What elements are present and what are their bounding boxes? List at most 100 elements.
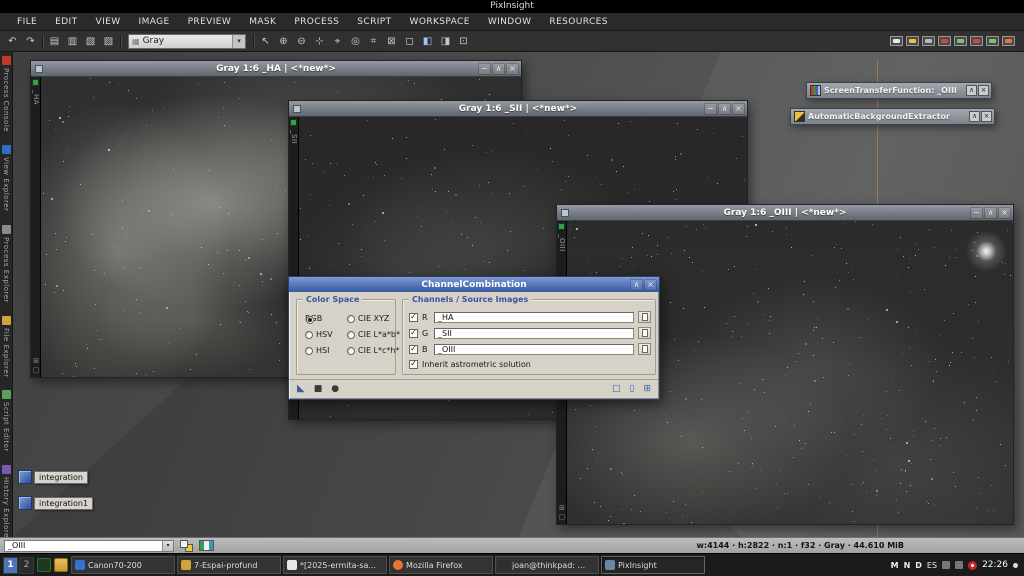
realtime-preview-icon[interactable]: ● bbox=[331, 385, 339, 394]
clock[interactable]: 22:26 bbox=[982, 560, 1008, 570]
workspace-monitor-icon[interactable] bbox=[890, 36, 903, 46]
open-image-icon[interactable]: ▥ bbox=[64, 33, 81, 49]
workspace-button[interactable]: 1 bbox=[3, 557, 18, 574]
shade-button[interactable]: ∧ bbox=[492, 63, 505, 75]
select-image-button[interactable] bbox=[638, 311, 651, 323]
color-space-radio[interactable]: HSV bbox=[305, 330, 347, 339]
window-titlebar[interactable]: Gray 1:6 _SII | <*new*> − ∧ × bbox=[289, 101, 747, 117]
readout-mode-icon[interactable]: ◎ bbox=[347, 33, 364, 49]
window-menu-icon[interactable] bbox=[293, 105, 301, 113]
new-instance-icon[interactable]: ◣ bbox=[297, 384, 305, 394]
menu-item[interactable]: MASK bbox=[240, 17, 285, 27]
zoom-out-mode-icon[interactable]: ⊖ bbox=[293, 33, 310, 49]
color-space-radio[interactable]: HSI bbox=[305, 346, 347, 355]
edit-instance-icon[interactable]: □ bbox=[612, 385, 621, 394]
channel-checkbox[interactable] bbox=[409, 329, 418, 338]
process-icon-integration1[interactable]: integration1 bbox=[18, 496, 93, 510]
terminal-launcher-icon[interactable] bbox=[37, 558, 51, 572]
new-preview-mode-icon[interactable]: ⌗ bbox=[365, 33, 382, 49]
workspace-monitor-icon[interactable] bbox=[986, 36, 999, 46]
close-button[interactable]: × bbox=[978, 85, 989, 96]
menu-item[interactable]: WORKSPACE bbox=[401, 17, 479, 27]
menu-item[interactable]: FILE bbox=[8, 17, 46, 27]
fg-bg-colors-icon[interactable] bbox=[180, 540, 193, 552]
workspace-monitor-icon[interactable] bbox=[970, 36, 983, 46]
keyboard-layout-indicator[interactable]: ES bbox=[927, 561, 937, 570]
chevron-down-icon[interactable]: ▾ bbox=[162, 541, 173, 551]
menu-item[interactable]: SCRIPT bbox=[348, 17, 400, 27]
close-button[interactable]: × bbox=[506, 63, 519, 75]
view-tab-strip[interactable]: _HA ⊞▢ bbox=[31, 77, 41, 377]
center-view-icon[interactable]: ⌖ bbox=[329, 33, 346, 49]
taskbar-window-button[interactable]: PixInsight bbox=[601, 556, 705, 574]
window-menu-icon[interactable] bbox=[561, 209, 569, 217]
menu-item[interactable]: IMAGE bbox=[130, 17, 179, 27]
files-launcher-icon[interactable] bbox=[54, 558, 68, 572]
channel-image-input[interactable]: _OIII bbox=[434, 344, 634, 355]
dock-tab[interactable]: View Explorer bbox=[2, 145, 11, 211]
shade-button[interactable]: ∧ bbox=[718, 103, 731, 115]
network-icon[interactable] bbox=[955, 561, 963, 569]
select-image-button[interactable] bbox=[638, 327, 651, 339]
dynamic-crop-icon[interactable]: ⊠ bbox=[383, 33, 400, 49]
save-image-icon[interactable]: ▧ bbox=[82, 33, 99, 49]
shade-button[interactable]: ∧ bbox=[966, 85, 977, 96]
dialog-titlebar[interactable]: ChannelCombination ∧ × bbox=[289, 277, 659, 292]
fit-view-icon[interactable]: ◻ bbox=[401, 33, 418, 49]
close-button[interactable]: × bbox=[998, 207, 1011, 219]
active-view-dropdown[interactable]: _OIII ▾ bbox=[4, 540, 174, 552]
taskbar-window-button[interactable]: Mozilla Firefox bbox=[389, 556, 493, 574]
dock-tab[interactable]: Process Explorer bbox=[2, 225, 11, 303]
link-views-icon[interactable]: ⊡ bbox=[455, 33, 472, 49]
window-menu-icon[interactable] bbox=[35, 65, 43, 73]
workspace-monitor-icon[interactable] bbox=[906, 36, 919, 46]
undo-icon[interactable]: ↶ bbox=[4, 33, 21, 49]
palette-icon[interactable] bbox=[199, 540, 214, 551]
workspace-monitor-icon[interactable] bbox=[1002, 36, 1015, 46]
window-titlebar[interactable]: Gray 1:6 _HA | <*new*> − ∧ × bbox=[31, 61, 521, 77]
browse-documentation-icon[interactable]: ▯ bbox=[630, 385, 635, 394]
stf-process-window[interactable]: ScreenTransferFunction: _OIII ∧ × bbox=[806, 82, 992, 99]
channel-checkbox[interactable] bbox=[409, 313, 418, 322]
notification-icon[interactable] bbox=[968, 561, 977, 570]
iconize-button[interactable]: − bbox=[970, 207, 983, 219]
menu-item[interactable]: VIEW bbox=[87, 17, 130, 27]
process-icon-integration[interactable]: integration bbox=[18, 470, 88, 484]
tray-app-icon[interactable]: N bbox=[904, 561, 911, 570]
chevron-down-icon[interactable]: ▾ bbox=[232, 35, 245, 48]
view-zoom-icons[interactable]: ⊞▢ bbox=[557, 504, 567, 522]
view-zoom-icons[interactable]: ⊞▢ bbox=[31, 357, 41, 375]
volume-icon[interactable] bbox=[942, 561, 950, 569]
workspace-monitor-icon[interactable] bbox=[938, 36, 951, 46]
iconize-button[interactable]: − bbox=[478, 63, 491, 75]
menu-item[interactable]: RESOURCES bbox=[540, 17, 616, 27]
channel-image-input[interactable]: _SII bbox=[434, 328, 634, 339]
color-space-radio[interactable]: CIE L*c*h* bbox=[347, 346, 400, 355]
abe-process-window[interactable]: AutomaticBackgroundExtractor ∧ × bbox=[790, 108, 995, 125]
mask-toggle-icon[interactable]: ◨ bbox=[437, 33, 454, 49]
menu-item[interactable]: EDIT bbox=[46, 17, 86, 27]
redo-icon[interactable]: ↷ bbox=[22, 33, 39, 49]
color-space-radio[interactable]: CIE XYZ bbox=[347, 314, 400, 323]
workspace-monitor-icon[interactable] bbox=[922, 36, 935, 46]
select-mode-icon[interactable]: ↖ bbox=[257, 33, 274, 49]
channel-checkbox[interactable] bbox=[409, 345, 418, 354]
inherit-astrometric-checkbox[interactable] bbox=[409, 360, 418, 369]
process-properties-icon[interactable]: ⊞ bbox=[643, 385, 651, 394]
pan-mode-icon[interactable]: ⊹ bbox=[311, 33, 328, 49]
menu-item[interactable]: PREVIEW bbox=[179, 17, 241, 27]
menu-item[interactable]: PROCESS bbox=[285, 17, 348, 27]
tray-app-icon[interactable]: M bbox=[891, 561, 899, 570]
taskbar-window-button[interactable]: *[2025-ermita-sa... bbox=[283, 556, 387, 574]
taskbar-window-button[interactable]: 7-Espai-profund bbox=[177, 556, 281, 574]
stf-auto-stretch-icon[interactable]: ◧ bbox=[419, 33, 436, 49]
shade-button[interactable]: ∧ bbox=[984, 207, 997, 219]
shade-button[interactable]: ∧ bbox=[630, 279, 643, 291]
image-mode-dropdown[interactable]: ▦ Gray ▾ bbox=[128, 34, 246, 49]
workspace-button[interactable]: 2 bbox=[19, 557, 34, 574]
iconize-button[interactable]: − bbox=[704, 103, 717, 115]
dock-tab[interactable]: History Explorer bbox=[2, 465, 11, 537]
channel-image-input[interactable]: _HA bbox=[434, 312, 634, 323]
select-image-button[interactable] bbox=[638, 343, 651, 355]
dock-tab[interactable]: Process Console bbox=[2, 56, 11, 132]
